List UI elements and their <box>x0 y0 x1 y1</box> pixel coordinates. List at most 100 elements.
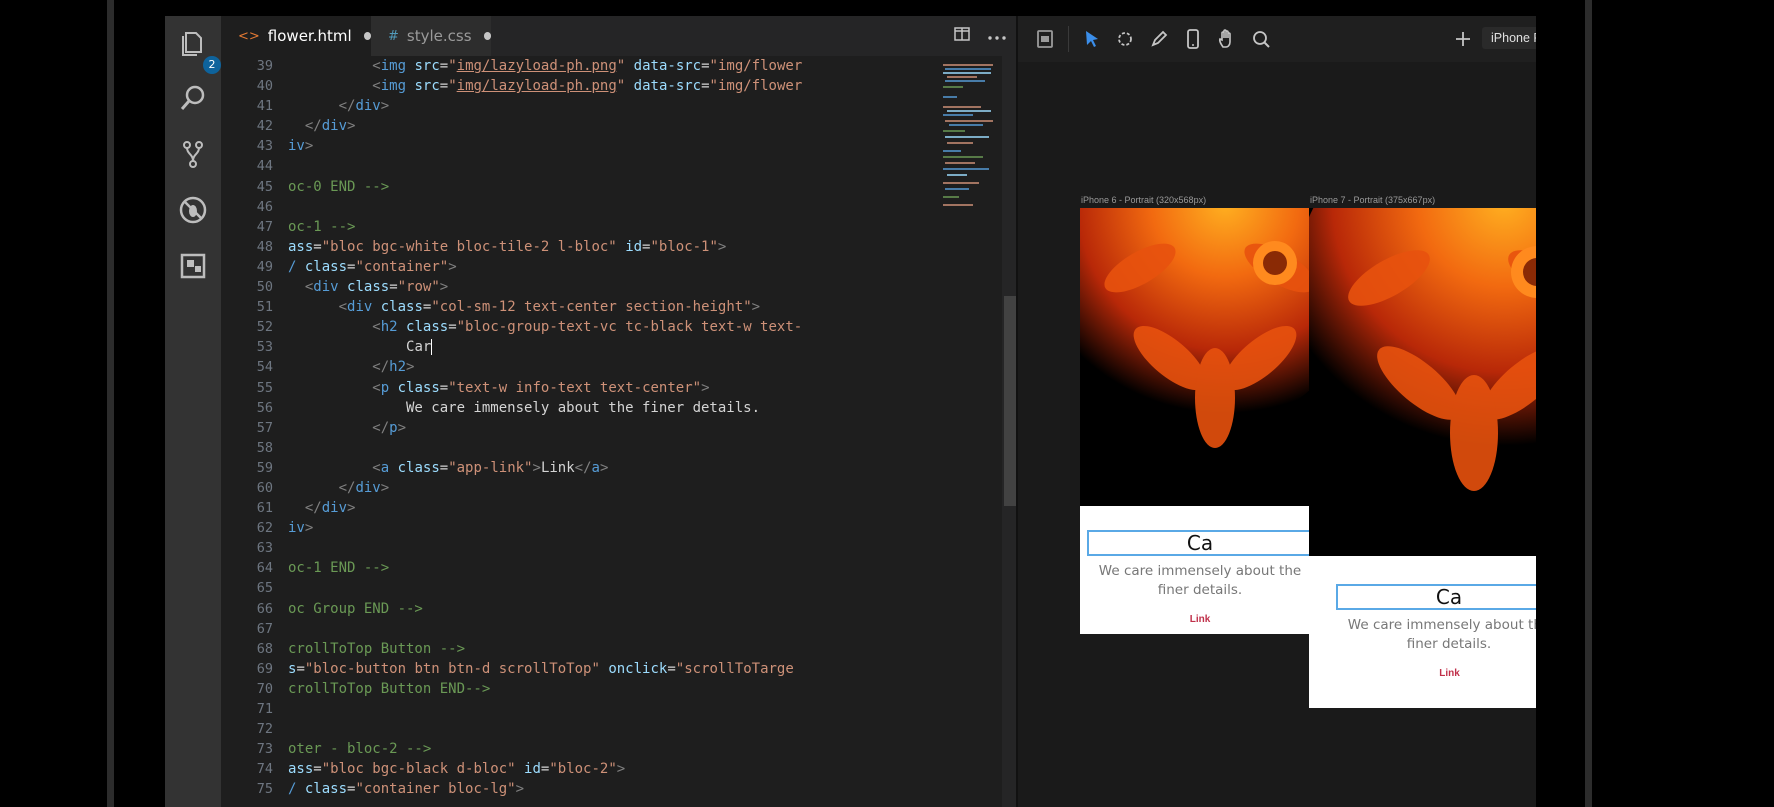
toolbar-divider <box>1068 26 1069 52</box>
code-line: oc Group END --> <box>288 600 423 617</box>
device-select-value: iPhone Portrait <box>1491 31 1536 45</box>
text-cursor <box>431 339 433 356</box>
code-line: </div> <box>304 118 356 135</box>
line-number: 72 <box>256 721 273 738</box>
code-line: <h2 class="bloc-group-text-vc tc-black t… <box>372 319 803 336</box>
code-line: <p class="text-w info-text text-center"> <box>372 379 710 396</box>
html-file-icon: <> <box>238 28 260 44</box>
explorer-badge: 2 <box>203 56 221 74</box>
info-text: We care immensely about the finer detail… <box>1347 617 1536 652</box>
tab-label: flower.html <box>267 27 352 45</box>
line-number: 45 <box>256 178 273 195</box>
element-select-icon[interactable] <box>1114 28 1136 50</box>
monitor-frame-right <box>1585 0 1592 807</box>
unsaved-dot-icon[interactable] <box>483 32 491 40</box>
preview-toolbar: iPhone Portrait × <box>1018 16 1536 62</box>
code-line: </div> <box>338 479 390 496</box>
line-number: 55 <box>256 379 273 396</box>
line-number: 73 <box>256 741 273 758</box>
line-number: 48 <box>256 238 273 255</box>
line-number: 59 <box>256 459 273 476</box>
editor-scrollbar[interactable] <box>1002 56 1016 807</box>
source-control-icon[interactable] <box>177 138 209 170</box>
code-line: crollToTop Button --> <box>288 640 466 657</box>
code-line: iv> <box>288 520 314 537</box>
extensions-icon[interactable] <box>177 250 209 282</box>
code-line: We care immensely about the finer detail… <box>288 399 761 416</box>
code-area[interactable]: <img src="img/lazyload-ph.png" data-src=… <box>288 56 998 799</box>
line-number-gutter: 39 40 41 42 43 44 45 46 47 48 49 50 51 52 53 54 55 56 57 58… <box>221 56 273 799</box>
pen-icon[interactable] <box>1148 28 1170 50</box>
line-number: 57 <box>256 419 273 436</box>
line-number: 39 <box>256 58 273 74</box>
mobile-device-icon[interactable] <box>1182 28 1204 50</box>
code-line: / class="container bloc-lg"> <box>288 781 525 798</box>
typed-heading-text: Car <box>406 339 432 356</box>
line-number: 53 <box>256 339 273 356</box>
code-line: oc-0 END --> <box>288 178 390 195</box>
split-editor-icon[interactable] <box>954 26 970 46</box>
code-line: </h2> <box>372 359 415 376</box>
line-number: 75 <box>256 781 273 798</box>
scrollbar-thumb[interactable] <box>1004 296 1016 506</box>
heading-selected[interactable]: Ca <box>1087 530 1313 556</box>
select-pointer-icon[interactable] <box>1080 28 1102 50</box>
device-select[interactable]: iPhone Portrait × <box>1482 27 1536 49</box>
app-link[interactable]: Link <box>1080 614 1320 625</box>
code-line: <img src="img/lazyload-ph.png" data-src=… <box>372 78 803 95</box>
tab-label: style.css <box>406 27 472 45</box>
add-device-icon[interactable] <box>1452 28 1474 50</box>
more-actions-icon[interactable] <box>988 27 1006 45</box>
code-line: oter - bloc-2 --> <box>288 741 432 758</box>
code-editor[interactable]: 39 40 41 42 43 44 45 46 47 48 49 50 51 52 53 54 55 56 57 58… <box>221 56 1016 807</box>
line-number: 71 <box>256 701 273 717</box>
editor-actions <box>954 16 1006 56</box>
minimap[interactable] <box>941 56 1001 807</box>
line-number: 62 <box>256 520 273 537</box>
code-line: ass="bloc bgc-white bloc-tile-2 l-bloc" … <box>288 238 727 255</box>
tab-flower-html[interactable]: <> flower.html <box>221 16 371 56</box>
preview-pane: iPhone Portrait × iPhone 6 - Portrait (3… <box>1016 16 1536 807</box>
line-number: 64 <box>256 560 273 577</box>
code-line: oc-1 --> <box>288 218 356 235</box>
app-window: 2 <> flower.html # style.css 39 40 41 42… <box>165 16 1536 807</box>
heading-selected[interactable]: Ca <box>1336 584 1536 610</box>
hand-pan-icon[interactable] <box>1216 28 1238 50</box>
tab-bar: <> flower.html # style.css <box>221 16 1016 56</box>
line-number: 51 <box>256 299 273 316</box>
app-link[interactable]: Link <box>1309 668 1536 679</box>
line-number: 74 <box>256 761 273 778</box>
tab-style-css[interactable]: # style.css <box>371 16 491 56</box>
code-line: Car <box>288 337 998 357</box>
line-number: 42 <box>256 118 273 135</box>
line-number: 70 <box>256 680 273 697</box>
code-line: </p> <box>372 419 407 436</box>
code-line: crollToTop Button END--> <box>288 680 491 697</box>
explorer-icon[interactable]: 2 <box>177 26 221 74</box>
device-frame-iphone7[interactable]: Ca We care immensely about the finer det… <box>1309 208 1536 708</box>
info-text: We care immensely about the finer detail… <box>1098 563 1302 598</box>
line-number: 56 <box>256 399 273 416</box>
line-number: 63 <box>256 540 273 557</box>
flower-image <box>1309 208 1536 556</box>
code-line: <div class="col-sm-12 text-center sectio… <box>338 299 761 316</box>
code-line: s="bloc-button btn btn-d scrollToTop" on… <box>288 660 794 677</box>
page-icon[interactable] <box>1034 28 1056 50</box>
css-file-icon: # <box>388 28 399 44</box>
code-line: / class="container"> <box>288 258 457 275</box>
unsaved-dot-icon[interactable] <box>363 32 371 40</box>
debug-icon[interactable] <box>177 194 209 226</box>
zoom-search-icon[interactable] <box>1250 28 1272 50</box>
code-line: </div> <box>338 98 390 115</box>
line-number: 43 <box>256 138 273 155</box>
search-icon[interactable] <box>177 82 209 114</box>
line-number: 61 <box>256 500 273 517</box>
line-number: 49 <box>256 258 273 275</box>
device-frame-iphone6[interactable]: Ca We care immensely about the finer det… <box>1080 208 1320 634</box>
